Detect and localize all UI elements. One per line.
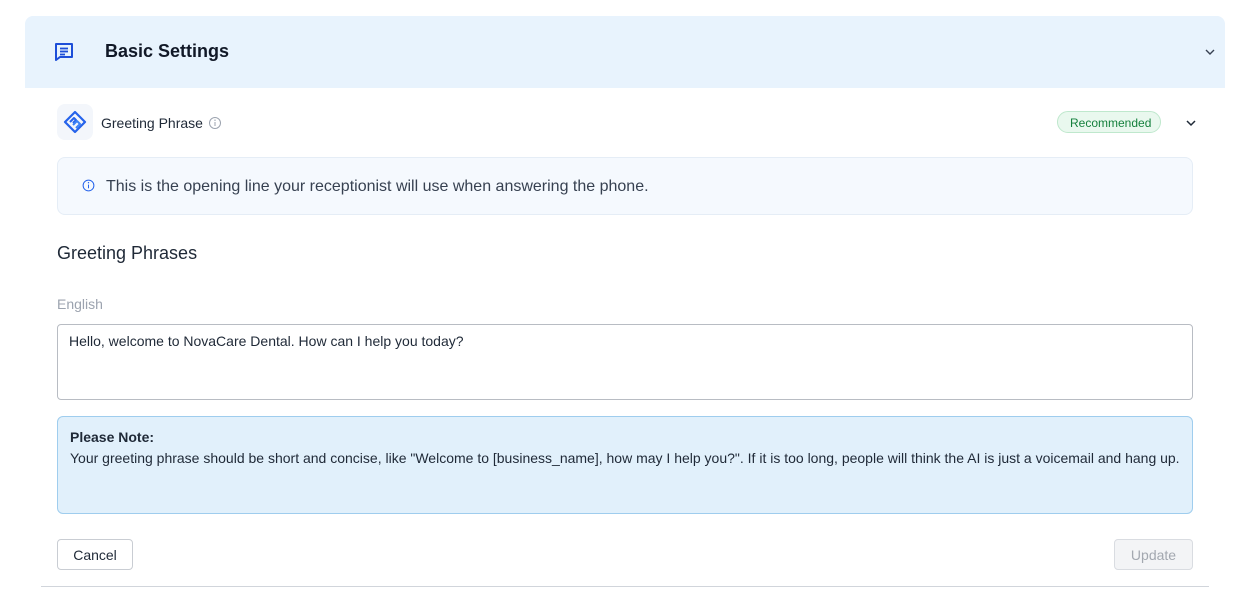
section-header-title: Basic Settings <box>105 41 230 61</box>
note-body: Your greeting phrase should be short and… <box>70 450 1180 466</box>
greeting-phrases-title: Greeting Phrases <box>57 243 198 263</box>
recommended-badge: Recommended <box>1057 111 1161 133</box>
basic-settings-header[interactable]: Basic Settings <box>25 16 1225 88</box>
info-text: This is the opening line your receptioni… <box>106 178 649 195</box>
info-circle-icon <box>82 179 95 192</box>
greeting-phrase-input[interactable]: Hello, welcome to NovaCare Dental. How c… <box>57 324 1193 400</box>
chevron-down-icon[interactable] <box>1203 45 1217 59</box>
update-button[interactable]: Update <box>1114 539 1193 570</box>
handshake-icon <box>63 110 87 134</box>
greeting-phrase-label: Greeting Phrase <box>101 115 203 131</box>
info-circle-icon[interactable] <box>208 116 222 130</box>
note-title: Please Note: <box>70 429 155 445</box>
message-square-icon <box>55 43 73 61</box>
cancel-button[interactable]: Cancel <box>57 539 133 570</box>
divider <box>41 586 1209 587</box>
info-box: This is the opening line your receptioni… <box>57 157 1193 215</box>
chevron-down-icon[interactable] <box>1184 116 1198 130</box>
greeting-phrase-row[interactable]: Greeting Phrase Recommended <box>57 104 1197 142</box>
note-box: Please Note: Your greeting phrase should… <box>57 416 1193 514</box>
language-label: English <box>57 296 103 312</box>
greeting-logo <box>57 104 93 140</box>
